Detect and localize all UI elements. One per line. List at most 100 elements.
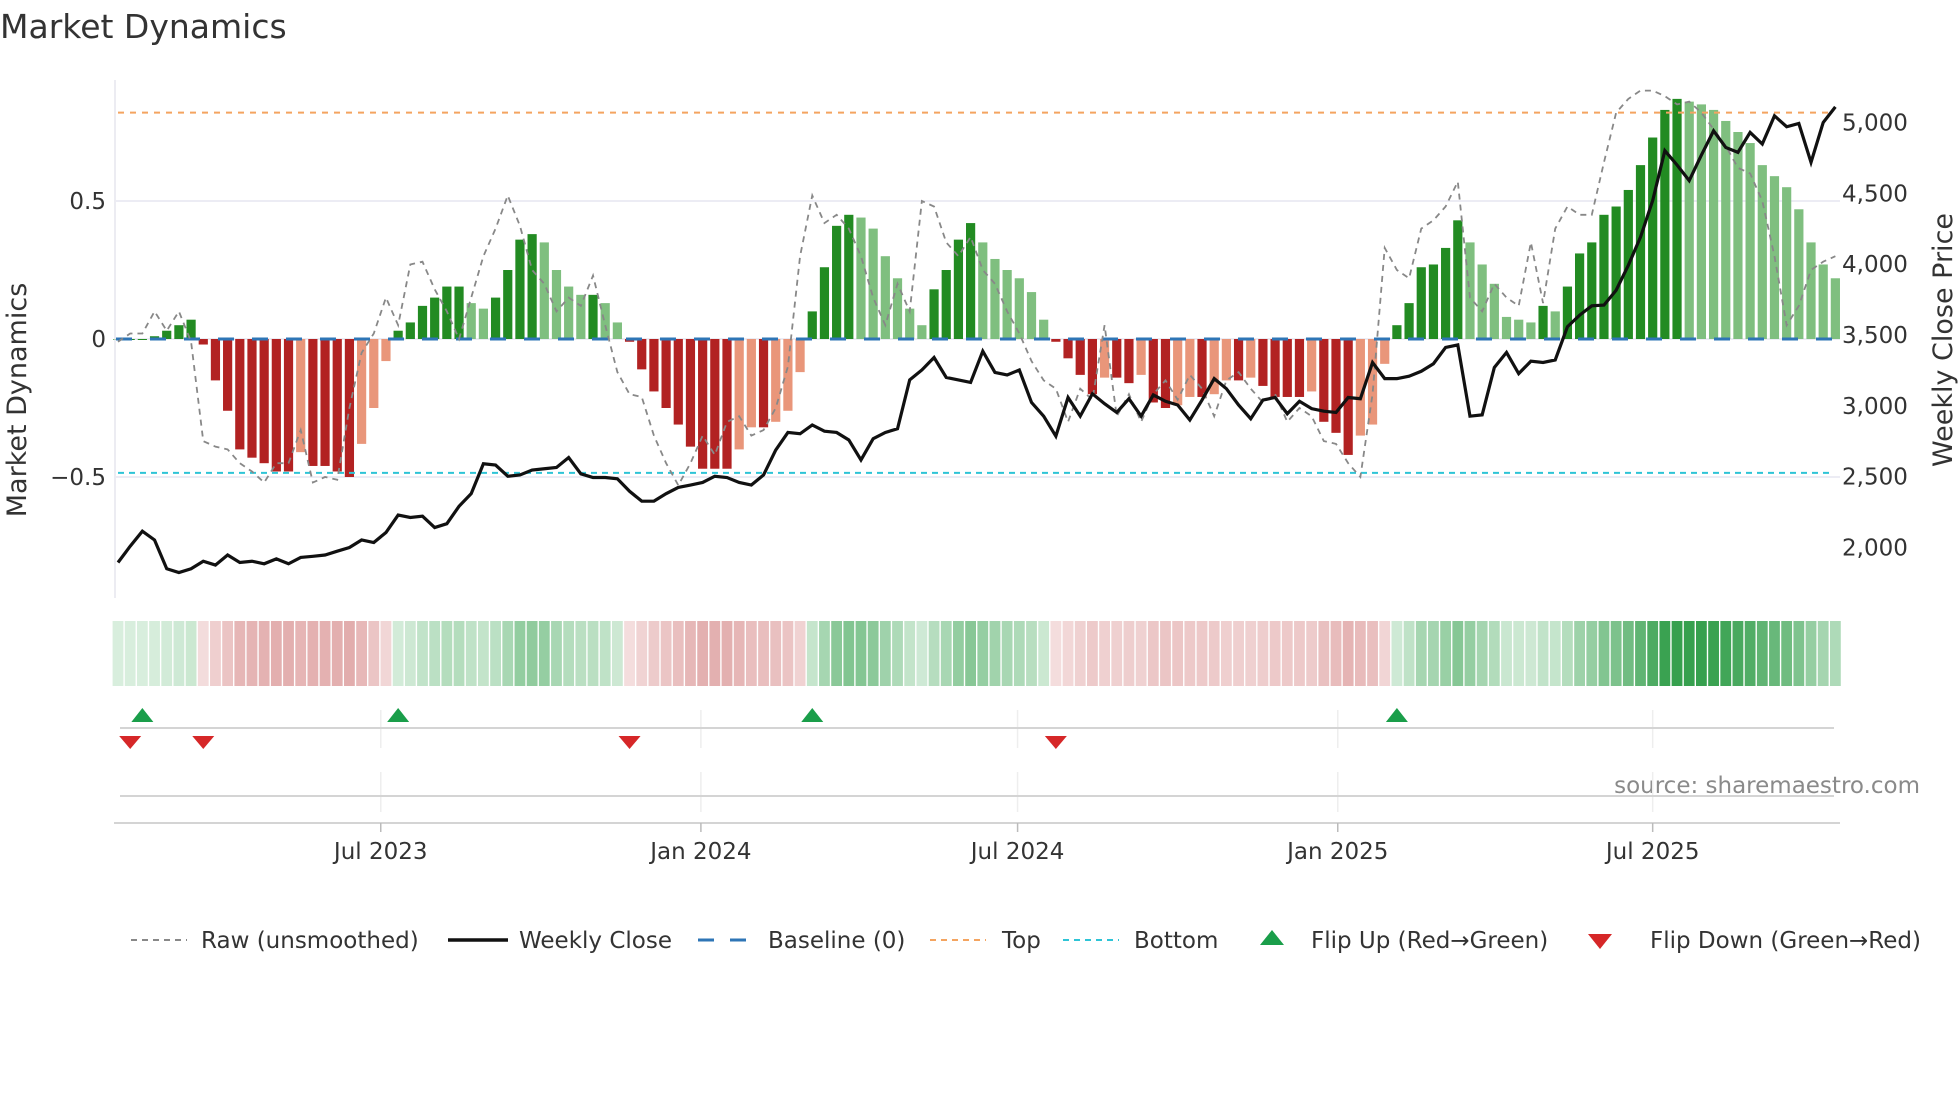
- heatmap-cell: [246, 621, 258, 686]
- heatmap-cell: [977, 621, 989, 686]
- heatmap-cell: [1464, 621, 1476, 686]
- heatmap-cell: [1135, 621, 1147, 686]
- heatmap-cell: [611, 621, 623, 686]
- heatmap-cell: [1501, 621, 1512, 686]
- heatmap-cell: [1537, 621, 1549, 686]
- dynamics-bar: [1282, 339, 1292, 397]
- legend-item-bottom: Bottom: [1063, 928, 1218, 954]
- dynamics-bar: [1307, 339, 1317, 392]
- dynamics-bar: [1441, 247, 1451, 339]
- dynamics-bar: [417, 305, 428, 339]
- heatmap-cell: [1671, 621, 1683, 686]
- heatmap-cell: [1428, 621, 1439, 686]
- heatmap-cell: [185, 621, 197, 686]
- heatmap-cell: [575, 621, 587, 686]
- heatmap-cell: [892, 621, 903, 686]
- heatmap-cell: [1330, 621, 1342, 686]
- heatmap-cell: [1184, 621, 1196, 686]
- heatmap-cell: [1306, 621, 1318, 686]
- heatmap-strip: [112, 621, 1841, 686]
- heatmap-cell: [599, 621, 611, 686]
- dynamics-bar: [1136, 339, 1146, 375]
- dynamics-bar: [917, 325, 927, 339]
- heatmap-cell: [465, 621, 477, 686]
- dynamics-bar: [771, 339, 781, 422]
- dynamics-bar: [661, 339, 671, 408]
- dynamics-bar: [466, 303, 476, 339]
- dynamics-bar: [1782, 187, 1792, 339]
- heatmap-cell: [672, 621, 684, 686]
- heatmap-cell: [1635, 621, 1646, 686]
- dynamics-bar: [1599, 214, 1609, 339]
- heatmap-cell: [319, 621, 331, 686]
- legend-label: Bottom: [1134, 928, 1218, 954]
- dynamics-bar: [1148, 339, 1158, 403]
- flip-down-marker: [1044, 736, 1067, 749]
- heatmap-cell: [1038, 621, 1050, 686]
- dynamics-bar: [1708, 109, 1719, 339]
- heatmap-cell: [1793, 621, 1805, 686]
- heatmap-cell: [1781, 621, 1793, 686]
- heatmap-cell: [1367, 621, 1378, 686]
- heatmap-cell: [1281, 621, 1293, 686]
- dynamics-bar: [210, 339, 221, 381]
- heatmap-cell: [1562, 621, 1573, 686]
- y-tick-label: 0: [91, 327, 106, 353]
- dynamics-bar: [174, 325, 184, 339]
- heatmap-cell: [222, 621, 234, 686]
- heatmap-cell: [709, 621, 721, 686]
- dynamics-bar: [1635, 165, 1646, 339]
- dynamics-bar: [1830, 278, 1840, 339]
- legend-item-flip_down: Flip Down (Green→Red): [1588, 928, 1921, 954]
- dynamics-bar: [1124, 339, 1134, 384]
- heatmap-cell: [404, 621, 416, 686]
- heatmap-cell: [331, 621, 343, 686]
- heatmap-cell: [1111, 621, 1123, 686]
- heatmap-cell: [794, 621, 806, 686]
- dynamics-bar: [856, 217, 866, 339]
- legend: Raw (unsmoothed) Weekly Close Baseline (0)…: [131, 928, 1921, 954]
- heatmap-cell: [234, 621, 246, 686]
- legend-label: Raw (unsmoothed): [201, 928, 419, 954]
- heatmap-cell: [149, 621, 160, 686]
- heatmap-cell: [1659, 621, 1671, 686]
- heatmap-cell: [514, 621, 526, 686]
- dynamics-bar: [1026, 292, 1037, 339]
- dynamics-bar: [296, 339, 306, 453]
- heatmap-cell: [721, 621, 733, 686]
- legend-label: Baseline (0): [768, 928, 905, 954]
- heatmap-cell: [1647, 621, 1659, 686]
- dynamics-bar: [673, 339, 683, 425]
- dynamics-bar: [1514, 319, 1524, 339]
- heatmap-cell: [1720, 621, 1732, 686]
- dynamics-bar: [1416, 267, 1426, 339]
- y2-tick-label: 5,000: [1842, 110, 1908, 136]
- heatmap-cell: [1598, 621, 1610, 686]
- x-tick-label: Jul 2025: [1604, 839, 1700, 865]
- heatmap-cell: [1123, 621, 1135, 686]
- heatmap-cell: [1001, 621, 1013, 686]
- dynamics-bar: [819, 267, 830, 339]
- y2-tick-label: 2,000: [1842, 536, 1908, 562]
- dynamics-bar: [478, 308, 488, 339]
- dynamics-bar: [1611, 206, 1621, 339]
- dynamics-bar: [588, 294, 598, 339]
- dynamics-bar: [1696, 104, 1706, 340]
- heatmap-cell: [1683, 621, 1695, 686]
- legend-label: Flip Down (Green→Red): [1650, 928, 1921, 954]
- heatmap-cell: [392, 621, 404, 686]
- dynamics-bar: [1794, 209, 1804, 339]
- heatmap-cell: [1829, 621, 1841, 686]
- heatmap-cell: [685, 621, 696, 686]
- heatmap-cell: [879, 621, 891, 686]
- heatmap-cell: [441, 621, 453, 686]
- heatmap-cell: [1379, 621, 1391, 686]
- dynamics-bar: [1392, 325, 1402, 339]
- dynamics-bar: [369, 339, 379, 408]
- dynamics-bar: [1465, 242, 1475, 339]
- heatmap-cell: [258, 621, 270, 686]
- heatmap-cell: [1476, 621, 1488, 686]
- heatmap-cell: [1160, 621, 1171, 686]
- heatmap-cell: [1087, 621, 1098, 686]
- dynamics-bar: [283, 339, 294, 472]
